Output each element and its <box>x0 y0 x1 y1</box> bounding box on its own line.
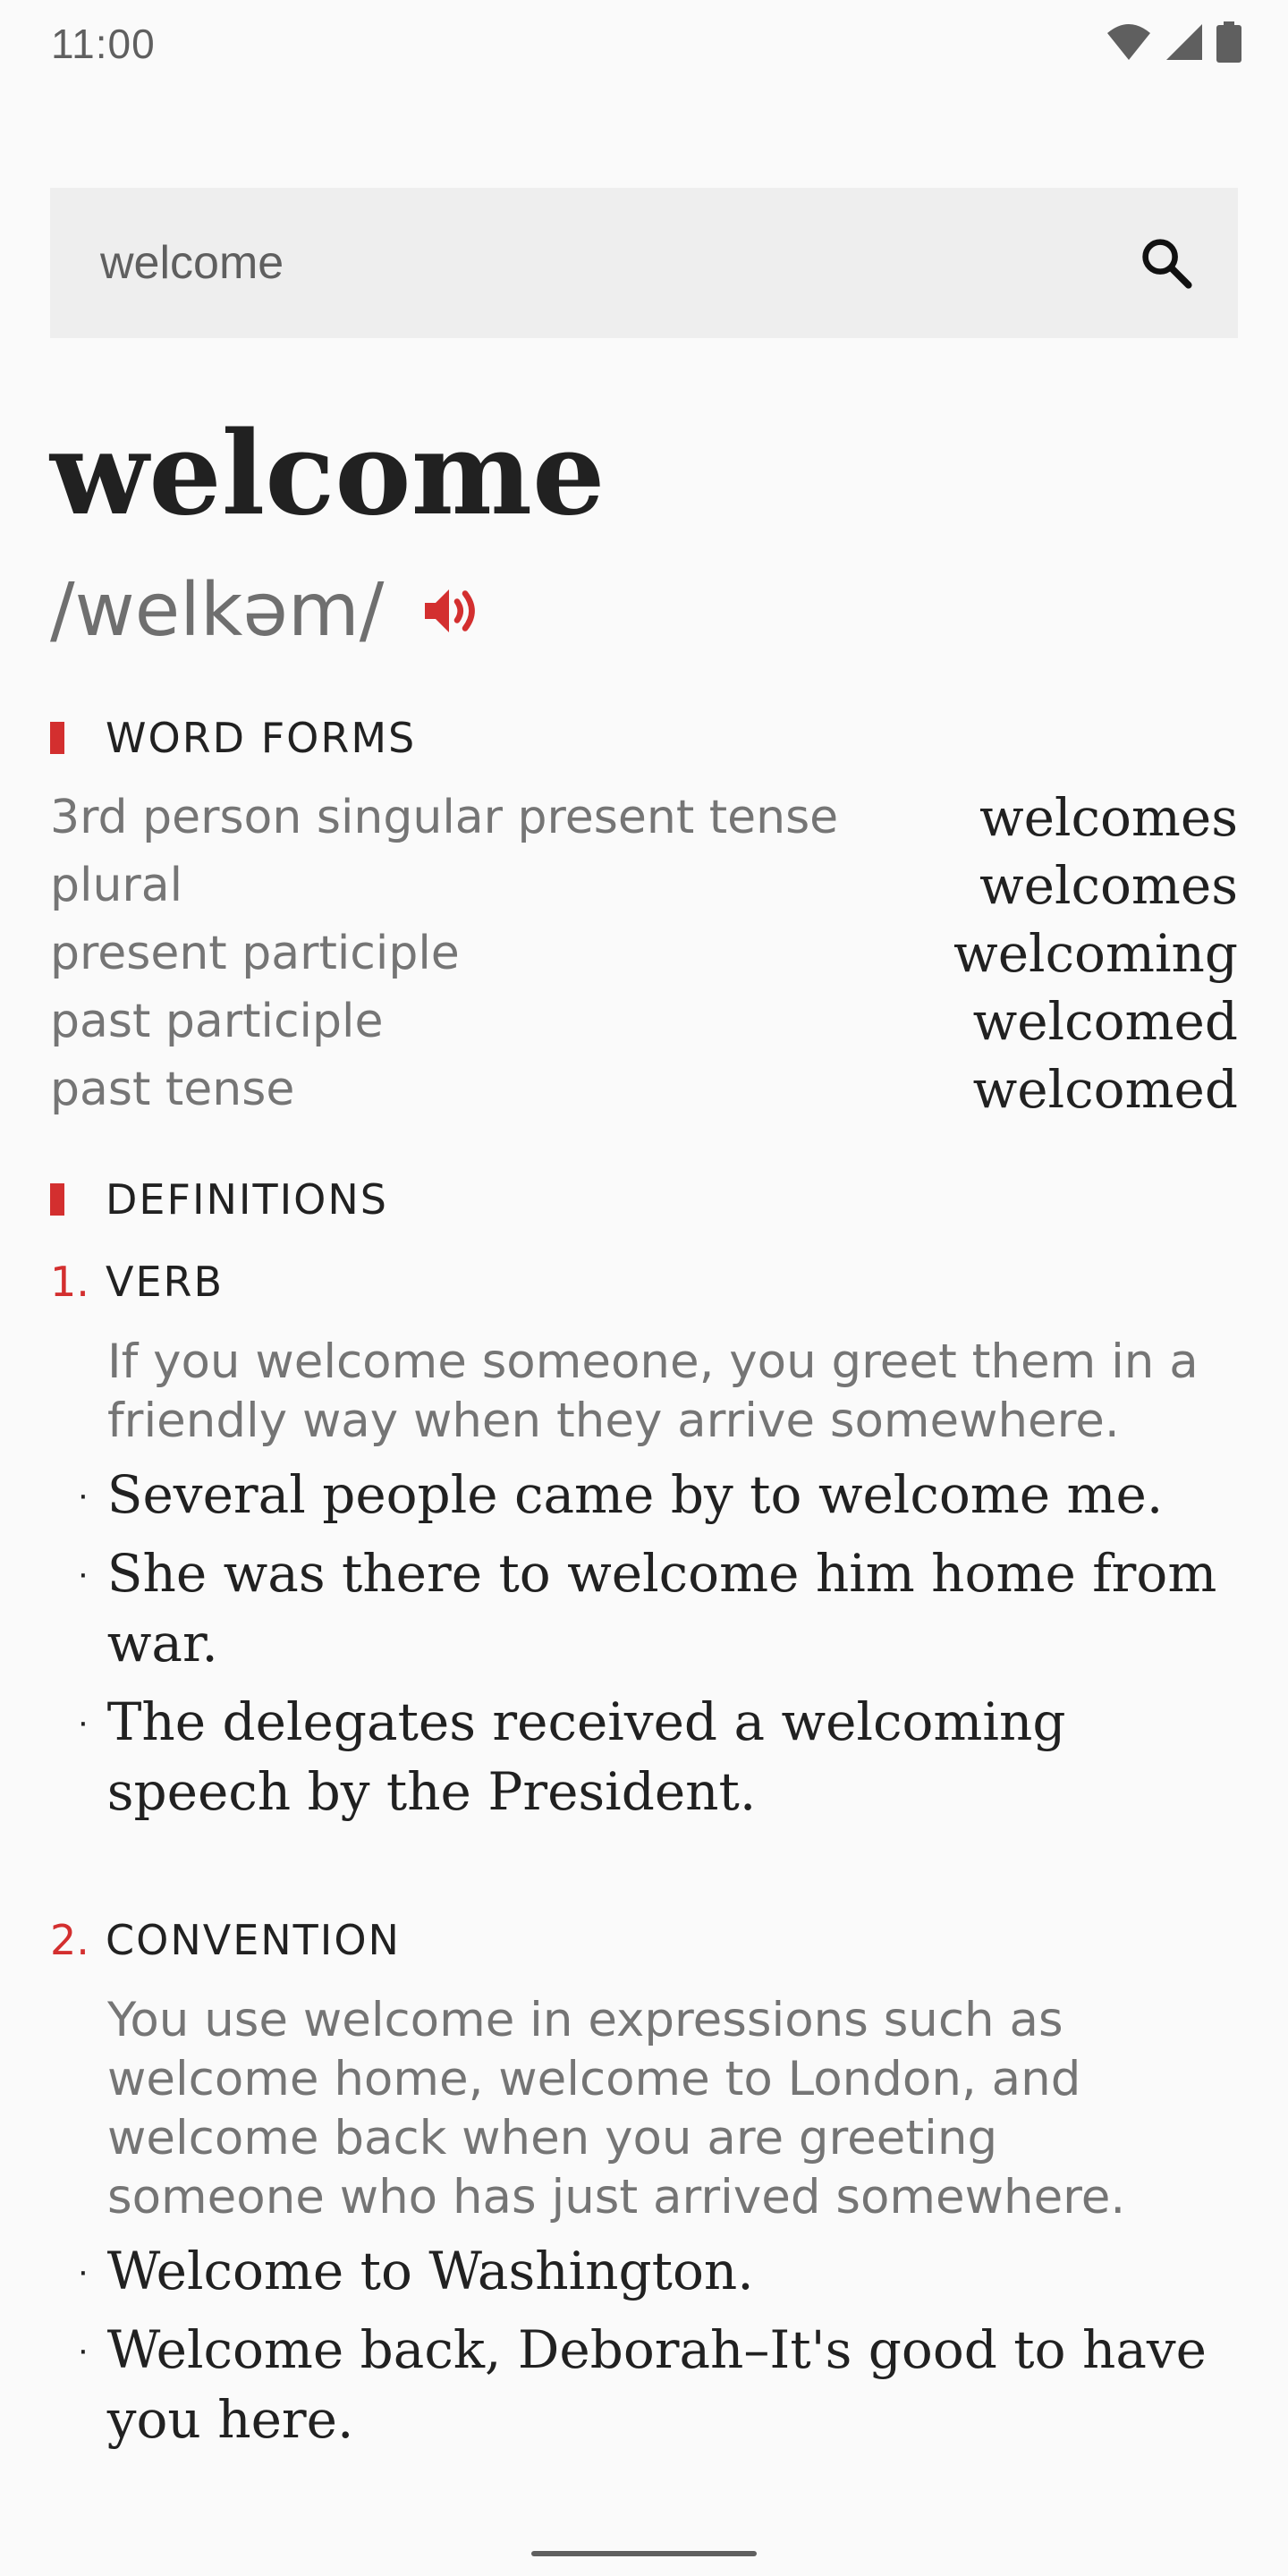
definition-text: If you welcome someone, you greet them i… <box>107 1335 1199 1448</box>
status-time: 11:00 <box>51 21 156 67</box>
example-text: Welcome to Washington. <box>106 2241 754 2301</box>
example-text: Several people came by to welcome me. <box>106 1464 1164 1525</box>
word-form-label: present participle <box>50 927 460 980</box>
word-form-row: present participle welcoming <box>50 919 1238 987</box>
example-item: · Welcome back, Deborah–It's good to hav… <box>50 2315 1238 2454</box>
definitions-header: DEFINITIONS <box>50 1175 388 1224</box>
sense-header: 2. CONVENTION <box>50 1916 1238 1964</box>
bullet: · <box>77 2330 89 2369</box>
word-form-label: past tense <box>50 1063 295 1116</box>
word-forms-list: 3rd person singular present tense welcom… <box>50 784 1238 1123</box>
word-form-label: plural <box>50 859 183 912</box>
word-form-value: welcomed <box>972 1059 1238 1120</box>
section-marker <box>50 1183 64 1216</box>
sense-number: 2. <box>50 1916 89 1964</box>
word-form-value: welcomes <box>979 855 1238 916</box>
word-form-label: 3rd person singular present tense <box>50 791 839 844</box>
part-of-speech: CONVENTION <box>106 1916 401 1964</box>
sense-number: 1. <box>50 1258 89 1306</box>
word-form-row: 3rd person singular present tense welcom… <box>50 784 1238 852</box>
word-form-row: past tense welcomed <box>50 1055 1238 1123</box>
status-icons <box>1106 21 1241 63</box>
battery-icon <box>1216 21 1241 63</box>
word-form-row: plural welcomes <box>50 852 1238 919</box>
word-form-row: past participle welcomed <box>50 987 1238 1055</box>
word-form-value: welcomed <box>972 991 1238 1052</box>
word-forms-header: WORD FORMS <box>50 714 416 762</box>
headword: welcome <box>50 407 606 541</box>
signal-icon <box>1166 24 1202 60</box>
search-input[interactable] <box>100 188 1084 338</box>
example-list: · Several people came by to welcome me. … <box>50 1460 1238 1826</box>
bullet: · <box>77 1702 89 1741</box>
example-item: · Several people came by to welcome me. <box>50 1460 1238 1530</box>
search-button[interactable] <box>1134 231 1199 295</box>
word-form-value: welcomes <box>979 787 1238 848</box>
status-bar: 11:00 <box>0 0 1288 89</box>
example-list: · Welcome to Washington. · Welcome back,… <box>50 2236 1238 2454</box>
example-item: · The delegates received a welcoming spe… <box>50 1687 1238 1826</box>
search-icon <box>1142 239 1192 289</box>
play-audio-button[interactable] <box>419 577 487 645</box>
word-form-value: welcoming <box>953 923 1238 984</box>
pronunciation-row: /welkəm/ <box>50 562 487 660</box>
bullet: · <box>77 1475 89 1514</box>
sense-1: 1. VERB If you welcome someone, you gree… <box>50 1258 1238 1826</box>
example-text: The delegates received a welcoming speec… <box>106 1691 1066 1822</box>
pronunciation: /welkəm/ <box>50 568 385 653</box>
wifi-icon <box>1107 24 1150 60</box>
section-title: DEFINITIONS <box>106 1175 388 1224</box>
part-of-speech: VERB <box>106 1258 225 1306</box>
section-marker <box>50 722 64 754</box>
sense-2: 2. CONVENTION You use welcome in express… <box>50 1916 1238 2454</box>
definition-text: You use welcome in expressions such as w… <box>107 1993 1126 2224</box>
word-form-label: past participle <box>50 995 384 1048</box>
example-text: Welcome back, Deborah–It's good to have … <box>106 2319 1207 2450</box>
gesture-nav-handle[interactable] <box>531 2551 757 2556</box>
sense-header: 1. VERB <box>50 1258 1238 1306</box>
section-title: WORD FORMS <box>106 714 417 762</box>
example-text: She was there to welcome him home from w… <box>106 1543 1217 1674</box>
example-item: · Welcome to Washington. <box>50 2236 1238 2306</box>
bullet: · <box>77 1554 89 1593</box>
example-item: · She was there to welcome him home from… <box>50 1538 1238 1678</box>
bullet: · <box>77 2251 89 2291</box>
speaker-icon <box>425 589 476 632</box>
search-bar <box>50 188 1238 338</box>
